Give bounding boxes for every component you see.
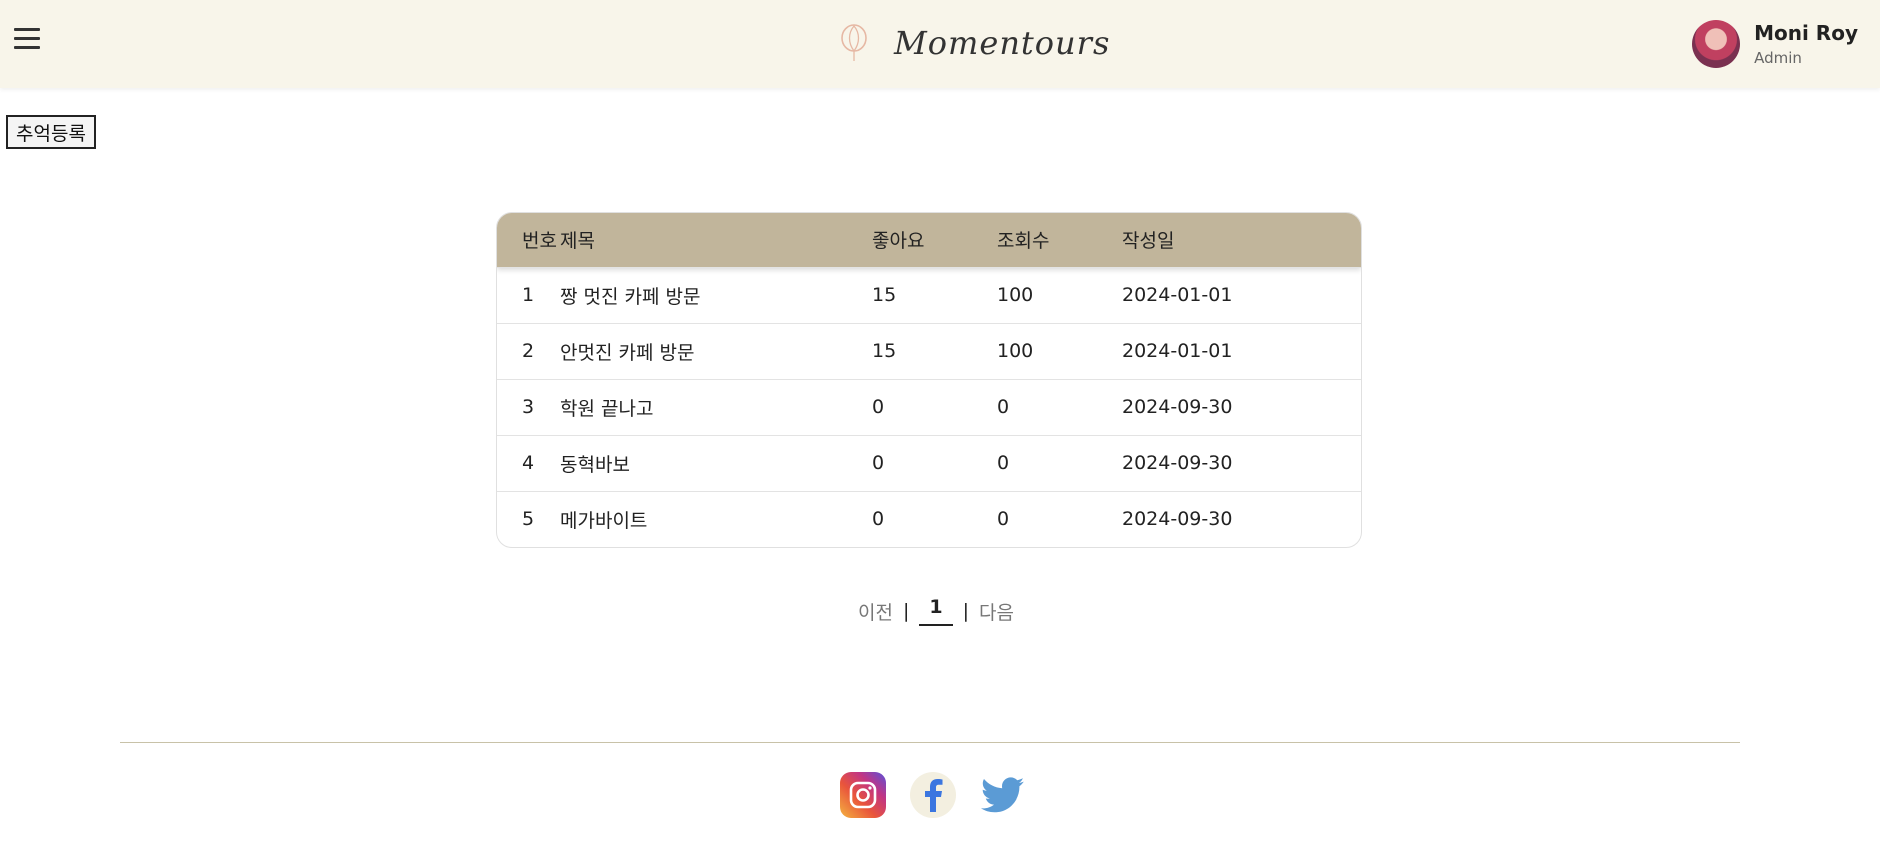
pagination-next-link[interactable]: 다음 (979, 598, 1014, 625)
row-number: 1 (522, 284, 535, 306)
table-row[interactable]: 4 동혁바보 0 0 2024-09-30 (497, 435, 1361, 491)
column-header-number: 번호 (522, 230, 557, 253)
memory-board-table: 번호 제목 좋아요 조회수 작성일 1 짱 멋진 카페 방문 15 100 20… (496, 212, 1362, 548)
row-title[interactable]: 메가바이트 (560, 491, 872, 547)
hamburger-menu-icon[interactable] (14, 28, 40, 52)
row-likes: 0 (872, 396, 885, 418)
row-views: 0 (997, 508, 1010, 531)
table-header-row: 번호 제목 좋아요 조회수 작성일 (497, 213, 1361, 267)
column-header-likes: 좋아요 (872, 230, 925, 253)
row-likes: 0 (872, 508, 885, 531)
table-row[interactable]: 2 안멋진 카페 방문 15 100 2024-01-01 (497, 323, 1361, 379)
pagination: 이전 | 1 | 다음 (858, 596, 1014, 626)
row-date: 2024-01-01 (1122, 340, 1233, 362)
row-likes: 15 (872, 284, 897, 306)
instagram-icon[interactable] (840, 772, 886, 818)
pagination-separator: | (902, 600, 910, 622)
row-title[interactable]: 안멋진 카페 방문 (560, 323, 872, 379)
row-likes: 0 (872, 452, 885, 474)
row-date: 2024-09-30 (1122, 452, 1233, 474)
row-title[interactable]: 동혁바보 (560, 435, 872, 491)
pagination-prev-link[interactable]: 이전 (858, 598, 893, 625)
pagination-separator: | (962, 600, 970, 622)
row-number: 4 (522, 452, 535, 474)
row-views: 100 (997, 340, 1034, 362)
column-header-date: 작성일 (1122, 230, 1175, 253)
balloon-pin-icon (841, 24, 867, 61)
column-header-title: 제목 (560, 230, 595, 253)
row-date: 2024-09-30 (1122, 508, 1233, 531)
top-header: Momentours Moni Roy Admin (0, 0, 1880, 88)
user-role: Admin (1754, 49, 1802, 67)
row-number: 2 (522, 340, 535, 362)
avatar[interactable] (1692, 20, 1741, 68)
user-name: Moni Roy (1754, 21, 1858, 45)
row-title[interactable]: 학원 끝나고 (560, 379, 872, 435)
pagination-current-page[interactable]: 1 (919, 596, 953, 626)
facebook-icon[interactable] (910, 772, 956, 818)
table-row[interactable]: 5 메가바이트 0 0 2024-09-30 (497, 491, 1361, 547)
row-views: 100 (997, 284, 1034, 306)
footer-divider (120, 742, 1740, 743)
logo[interactable]: Momentours (838, 18, 1110, 68)
row-views: 0 (997, 452, 1010, 474)
register-memory-button[interactable]: 추억등록 (6, 115, 96, 149)
row-number: 3 (522, 396, 535, 418)
logo-text: Momentours (894, 24, 1111, 62)
row-views: 0 (997, 396, 1010, 418)
row-date: 2024-01-01 (1122, 284, 1233, 306)
row-date: 2024-09-30 (1122, 396, 1233, 418)
twitter-icon[interactable] (980, 772, 1026, 818)
row-likes: 15 (872, 340, 897, 362)
user-profile[interactable]: Moni Roy Admin (1692, 20, 1858, 68)
social-links (840, 772, 1050, 818)
row-title[interactable]: 짱 멋진 카페 방문 (560, 267, 872, 323)
row-number: 5 (522, 508, 535, 531)
table-row[interactable]: 3 학원 끝나고 0 0 2024-09-30 (497, 379, 1361, 435)
table-row[interactable]: 1 짱 멋진 카페 방문 15 100 2024-01-01 (497, 267, 1361, 323)
column-header-views: 조회수 (997, 230, 1050, 253)
